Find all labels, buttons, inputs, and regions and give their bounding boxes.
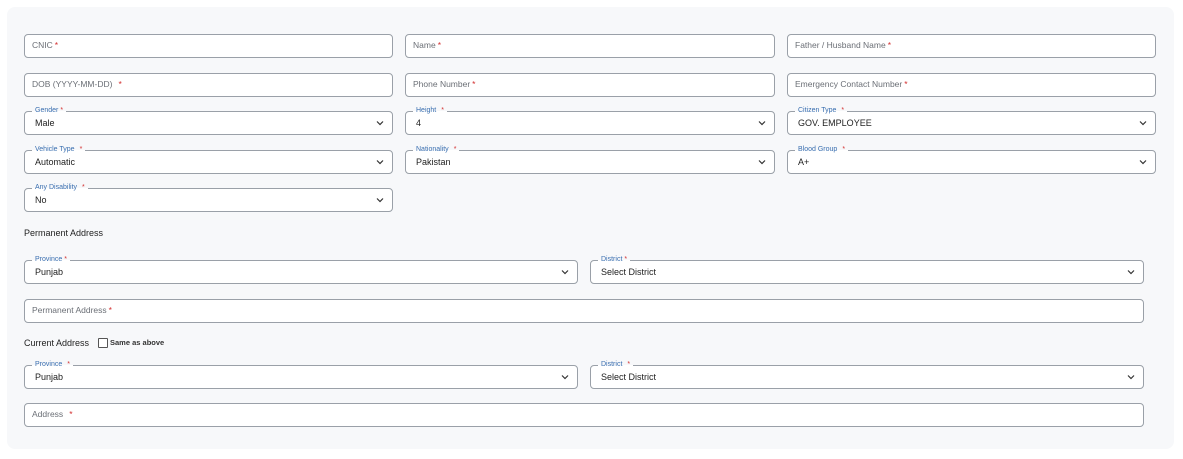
current-district-label: District *	[598, 360, 634, 369]
citizen-type-label: Citizen Type *	[795, 106, 848, 115]
chevron-down-icon	[376, 198, 384, 203]
chevron-down-icon	[561, 375, 569, 380]
permanent-address-placeholder: Permanent Address *	[32, 305, 112, 315]
nationality-select[interactable]: Nationality * Pakistan	[405, 145, 775, 174]
blood-group-label: Blood Group *	[795, 145, 849, 154]
dob-placeholder: DOB (YYYY-MM-DD) *	[32, 79, 122, 89]
same-as-above-label: Same as above	[110, 338, 165, 347]
chevron-down-icon	[1127, 375, 1135, 380]
blood-group-value: A+	[798, 157, 810, 167]
father-husband-name-placeholder: Father / Husband Name *	[795, 40, 892, 50]
cnic-input[interactable]: CNIC *	[24, 34, 393, 58]
permanent-province-select[interactable]: Province * Punjab	[24, 255, 578, 284]
height-label: Height *	[413, 106, 447, 115]
phone-number-input[interactable]: Phone Number *	[405, 73, 775, 97]
any-disability-label: Any Disability *	[32, 183, 88, 192]
blood-group-select[interactable]: Blood Group * A+	[787, 145, 1156, 174]
vehicle-type-label: Vehicle Type *	[32, 145, 86, 154]
gender-label: Gender *	[32, 106, 67, 115]
permanent-address-input[interactable]: Permanent Address *	[24, 299, 1144, 323]
permanent-district-label: District *	[598, 255, 631, 264]
nationality-value: Pakistan	[416, 157, 451, 167]
emergency-contact-input[interactable]: Emergency Contact Number *	[787, 73, 1156, 97]
same-as-above-checkbox[interactable]	[98, 338, 108, 348]
citizen-type-select[interactable]: Citizen Type * GOV. EMPLOYEE	[787, 106, 1156, 135]
current-province-label: Province *	[32, 360, 73, 369]
height-value: 4	[416, 118, 422, 128]
chevron-down-icon	[758, 121, 766, 126]
permanent-district-value: Select District	[601, 267, 657, 277]
any-disability-value: No	[35, 195, 47, 205]
name-input[interactable]: Name *	[405, 34, 775, 58]
vehicle-type-value: Automatic	[35, 157, 76, 167]
chevron-down-icon	[1127, 270, 1135, 275]
address-input[interactable]: Address *	[24, 403, 1144, 427]
permanent-district-select[interactable]: District * Select District	[590, 255, 1144, 284]
chevron-down-icon	[561, 270, 569, 275]
current-address-heading: Current Address	[24, 338, 90, 348]
permanent-address-heading: Permanent Address	[24, 228, 104, 238]
current-province-select[interactable]: Province * Punjab	[24, 360, 578, 389]
phone-number-placeholder: Phone Number *	[413, 79, 476, 89]
emergency-contact-placeholder: Emergency Contact Number *	[795, 79, 908, 89]
chevron-down-icon	[1139, 160, 1147, 165]
permanent-province-value: Punjab	[35, 267, 64, 277]
current-district-select[interactable]: District * Select District	[590, 360, 1144, 389]
chevron-down-icon	[1139, 121, 1147, 126]
vehicle-type-select[interactable]: Vehicle Type * Automatic	[24, 145, 393, 174]
current-province-value: Punjab	[35, 372, 64, 382]
gender-value: Male	[35, 118, 55, 128]
address-placeholder: Address *	[32, 409, 73, 419]
permanent-province-label: Province *	[32, 255, 70, 264]
height-select[interactable]: Height * 4	[405, 106, 775, 135]
citizen-type-value: GOV. EMPLOYEE	[798, 118, 872, 128]
chevron-down-icon	[376, 121, 384, 126]
any-disability-select[interactable]: Any Disability * No	[24, 183, 393, 212]
nationality-label: Nationality *	[413, 145, 460, 154]
dob-input[interactable]: DOB (YYYY-MM-DD) *	[24, 73, 393, 97]
chevron-down-icon	[758, 160, 766, 165]
cnic-placeholder: CNIC *	[32, 40, 59, 50]
name-placeholder: Name *	[413, 40, 441, 50]
chevron-down-icon	[376, 160, 384, 165]
current-district-value: Select District	[601, 372, 657, 382]
father-husband-name-input[interactable]: Father / Husband Name *	[787, 34, 1156, 58]
gender-select[interactable]: Gender * Male	[24, 106, 393, 135]
